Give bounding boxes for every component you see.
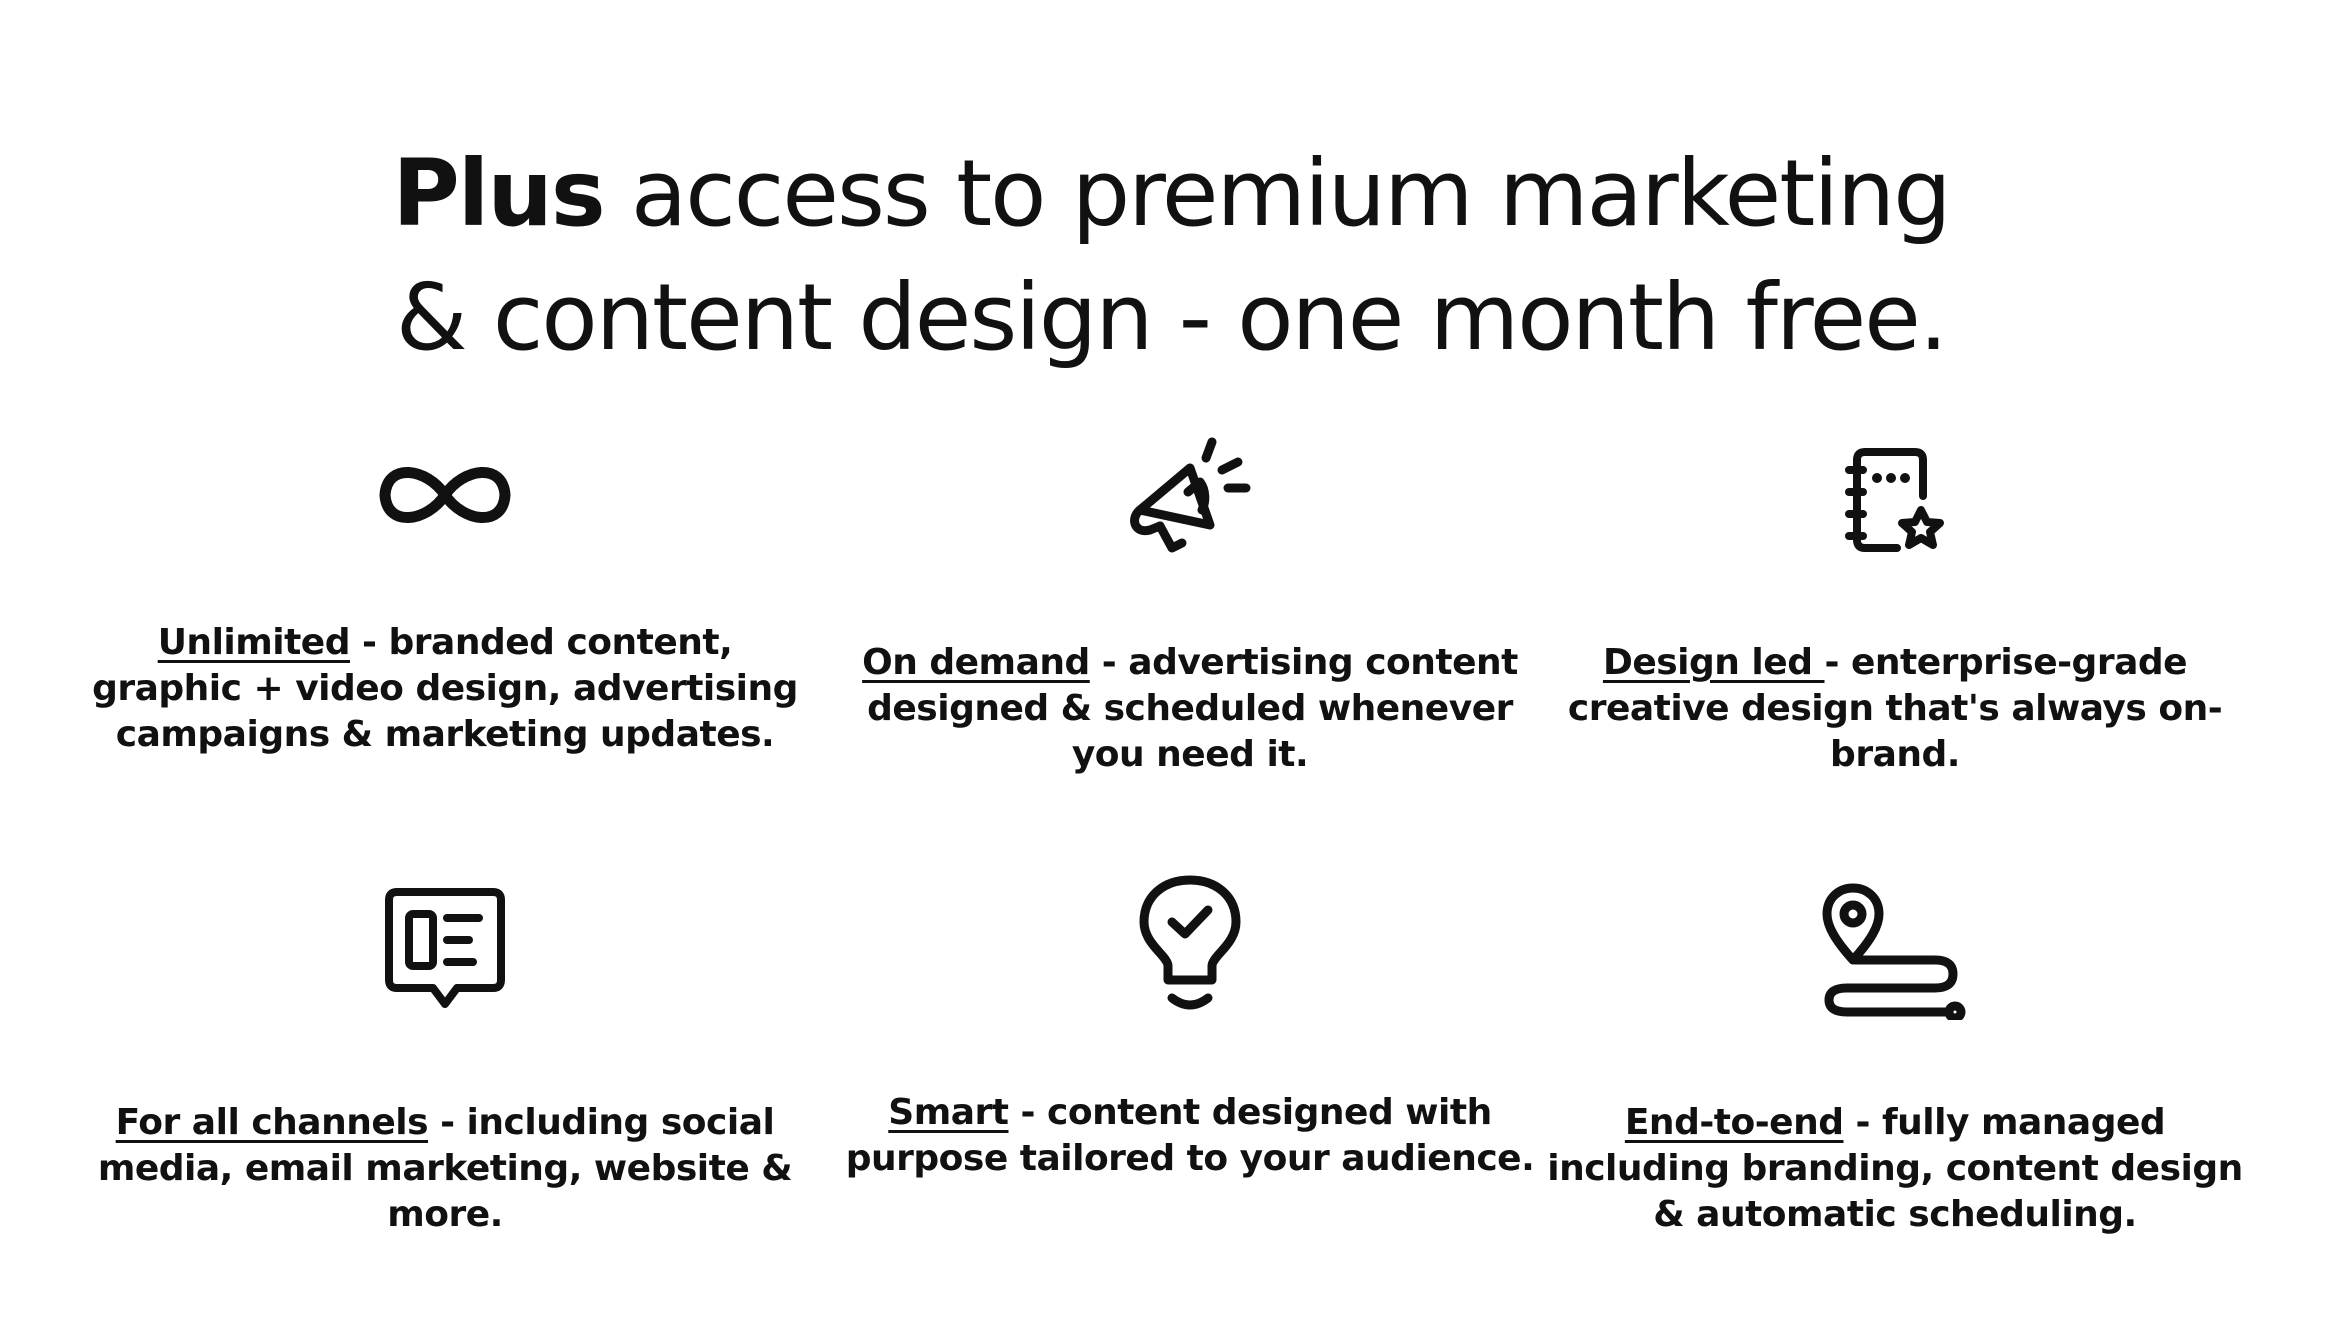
headline-strong: Plus [392, 139, 605, 247]
feature-term: On demand [862, 642, 1090, 683]
feature-term: Smart [888, 1092, 1009, 1133]
feature-description: End-to-end - fully managed including bra… [1535, 1100, 2255, 1238]
headline-line-1: Plus access to premium marketing [0, 132, 2342, 256]
lightbulb-check-icon [1139, 875, 1241, 1010]
feature-description: For all channels - including social medi… [85, 1100, 805, 1238]
notebook-star-icon [1845, 448, 1944, 552]
headline-line-1-rest: access to premium marketing [603, 139, 1952, 247]
infinity-icon [379, 466, 511, 524]
megaphone-icon [1130, 437, 1251, 553]
feature-term: Unlimited [157, 622, 351, 663]
feature-design-led: Design led - enterprise-grade creative d… [1535, 440, 2255, 778]
feature-term: End-to-end [1624, 1102, 1844, 1143]
headline-line-2: & content design - one month free. [395, 263, 1948, 371]
feature-for-all-channels: For all channels - including social medi… [85, 880, 805, 1238]
feature-end-to-end: End-to-end - fully managed including bra… [1535, 880, 2255, 1238]
headline: Plus access to premium marketing & conte… [0, 132, 2342, 380]
feature-smart: Smart - content designed with purpose ta… [830, 870, 1550, 1182]
feature-term: Design led [1602, 642, 1825, 683]
feature-unlimited: Unlimited - branded content, graphic + v… [85, 450, 805, 758]
feature-description: On demand - advertising content designed… [830, 640, 1550, 778]
feature-description: Smart - content designed with purpose ta… [830, 1090, 1550, 1182]
feature-description: Unlimited - branded content, graphic + v… [85, 620, 805, 758]
feature-description: Design led - enterprise-grade creative d… [1535, 640, 2255, 778]
feature-on-demand: On demand - advertising content designed… [830, 430, 1550, 778]
route-pin-icon [1822, 883, 1966, 1020]
feature-term: For all channels [115, 1102, 429, 1143]
chat-document-icon [385, 888, 505, 1008]
